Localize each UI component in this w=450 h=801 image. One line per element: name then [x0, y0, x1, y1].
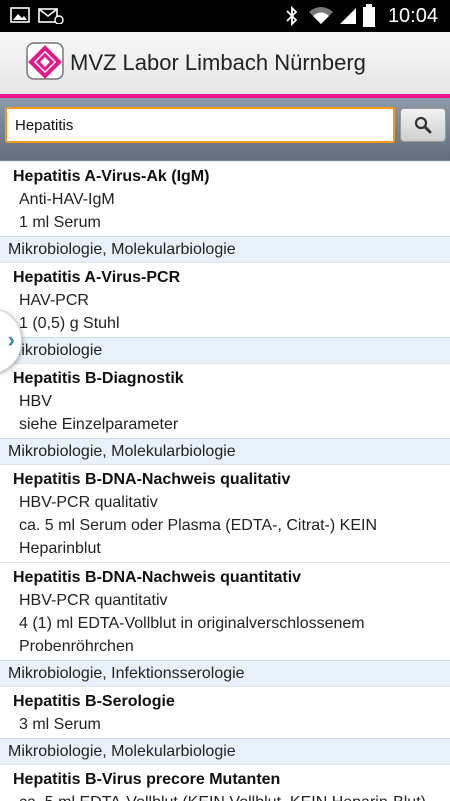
item-detail: 1 (0,5) g Stuhl: [19, 315, 120, 332]
battery-icon: [363, 4, 375, 27]
results-list[interactable]: Hepatitis A-Virus-Ak (IgM) Anti-HAV-IgM 1 …: [0, 160, 450, 801]
limbach-logo: [26, 42, 64, 80]
item-detail: 4 (1) ml EDTA-Vollblut in originalversch…: [19, 615, 365, 655]
item-detail: Anti-HAV-IgM: [19, 191, 115, 208]
list-item[interactable]: Hepatitis A-Virus-Ak (IgM) Anti-HAV-IgM 1 …: [0, 161, 450, 236]
list-item[interactable]: Hepatitis B-DNA-Nachweis qualitativ HBV-P…: [0, 464, 450, 562]
image-icon: [10, 7, 30, 23]
list-item[interactable]: Hepatitis B-Virus precore Mutantenca. 5 …: [0, 764, 450, 801]
list-item[interactable]: Hepatitis B-Diagnostik HBV siehe Einzelpar…: [0, 363, 450, 438]
app-title: MVZ Labor Limbach Nürnberg: [70, 50, 366, 75]
wifi-icon: [309, 7, 333, 24]
category-row: Mikrobiologie, Molekularbiologie: [0, 438, 450, 464]
list-item[interactable]: Hepatitis A-Virus-PCR HAV-PCR 1 (0,5) g St…: [0, 262, 450, 337]
list-item[interactable]: Hepatitis B-DNA-Nachweis quantitativ HBV-…: [0, 562, 450, 660]
category-row: Mikrobiologie: [0, 337, 450, 363]
search-button[interactable]: [400, 108, 446, 142]
bluetooth-icon: [286, 6, 298, 26]
search-icon: [414, 116, 432, 134]
category-row: Mikrobiologie, Molekularbiologie: [0, 738, 450, 764]
signal-icon: [340, 8, 356, 24]
item-detail: siehe Einzelparameter: [19, 416, 179, 433]
category-row: Mikrobiologie, Molekularbiologie: [0, 236, 450, 262]
list-item[interactable]: Hepatitis B-Serologie 3 ml Serum: [0, 686, 450, 738]
search-input[interactable]: [5, 107, 395, 143]
item-title: Hepatitis A-Virus-PCR: [13, 269, 181, 286]
item-detail: HBV-PCR quantitativ: [19, 592, 168, 609]
email-icon: [38, 8, 64, 24]
chevron-right-icon: ›: [7, 327, 15, 352]
item-title: Hepatitis B-Virus precore Mutanten: [13, 771, 281, 788]
clock: 10:04: [387, 5, 438, 27]
app-header: MVZ Labor Limbach Nürnberg: [0, 32, 450, 94]
category-row: Mikrobiologie, Infektionsserologie: [0, 660, 450, 686]
item-detail: 1 ml Serum: [19, 214, 101, 231]
status-bar: 10:04: [0, 0, 450, 32]
item-title: Hepatitis B-Serologie: [13, 693, 175, 710]
search-bar: [0, 98, 450, 160]
item-title: Hepatitis A-Virus-Ak (IgM): [13, 168, 210, 185]
item-detail: ca. 5 ml Serum oder Plasma (EDTA-, Citra…: [19, 517, 377, 557]
item-title: Hepatitis B-DNA-Nachweis quantitativ: [13, 569, 302, 586]
item-detail: HBV: [19, 393, 52, 410]
item-detail: 3 ml Serum: [19, 716, 101, 733]
item-title: Hepatitis B-DNA-Nachweis qualitativ: [13, 471, 291, 488]
item-detail: HBV-PCR qualitativ: [19, 494, 158, 511]
item-title: Hepatitis B-Diagnostik: [13, 370, 184, 387]
item-detail: HAV-PCR: [19, 292, 89, 309]
